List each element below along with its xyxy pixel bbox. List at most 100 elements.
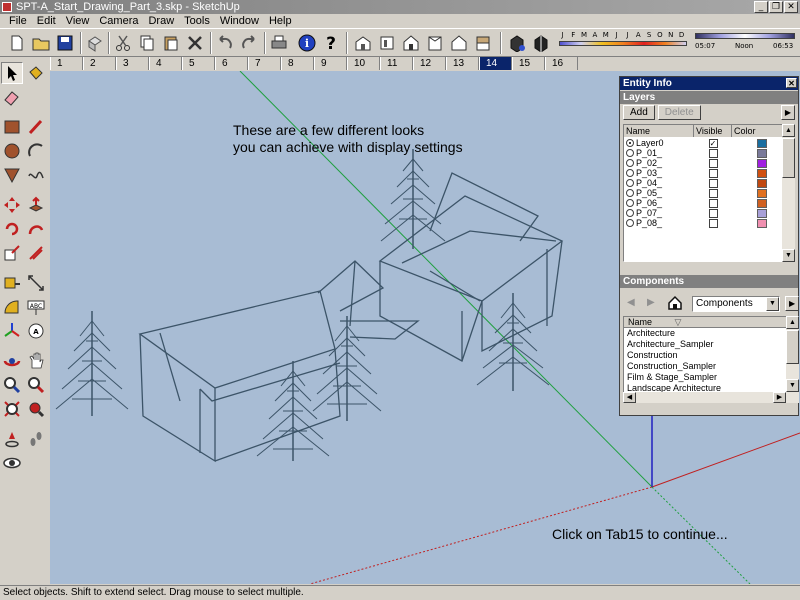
layer-row[interactable]: P_05_ <box>624 188 792 198</box>
erase-x-icon[interactable] <box>184 32 206 54</box>
current-layer-radio[interactable] <box>626 179 634 187</box>
layer-row[interactable]: P_03_ <box>624 168 792 178</box>
paste-icon[interactable] <box>160 32 182 54</box>
scene-tab-2[interactable]: 2 <box>83 57 116 70</box>
top-view-icon[interactable] <box>376 32 398 54</box>
menu-view[interactable]: View <box>61 14 95 28</box>
freehand-tool-icon[interactable] <box>25 164 47 186</box>
menu-file[interactable]: File <box>4 14 32 28</box>
layer-visible-checkbox[interactable] <box>708 198 718 208</box>
scene-tab-3[interactable]: 3 <box>116 57 149 70</box>
layer-row[interactable]: P_06_ <box>624 198 792 208</box>
model-info-icon[interactable]: i <box>296 32 318 54</box>
left-view-icon[interactable] <box>472 32 494 54</box>
layer-color-swatch[interactable] <box>757 168 767 178</box>
component-collection-item[interactable]: Construction <box>624 350 788 361</box>
layer-color-swatch[interactable] <box>757 198 767 208</box>
undo-icon[interactable] <box>214 32 236 54</box>
component-collection-item[interactable]: Construction_Sampler <box>624 361 788 372</box>
layer-visible-checkbox[interactable] <box>708 188 718 198</box>
shadows-toggle-icon[interactable] <box>506 32 528 54</box>
layer-visible-checkbox[interactable] <box>708 148 718 158</box>
paint-bucket-icon[interactable] <box>25 62 47 84</box>
zoom-extents-icon[interactable] <box>1 398 23 420</box>
new-file-icon[interactable] <box>6 32 28 54</box>
cut-icon[interactable] <box>112 32 134 54</box>
offset-tool-icon[interactable] <box>25 242 47 264</box>
scroll-up-icon[interactable]: ▲ <box>782 124 795 137</box>
current-layer-radio[interactable] <box>626 149 634 157</box>
layer-visible-checkbox[interactable]: ✓ <box>708 138 718 148</box>
component-collection-item[interactable]: Film & Stage_Sampler <box>624 372 788 383</box>
components-titlebar[interactable]: Components <box>620 275 798 288</box>
menu-draw[interactable]: Draw <box>143 14 179 28</box>
layer-row[interactable]: Layer0 ✓ <box>624 138 792 148</box>
layer-row[interactable]: P_01_ <box>624 148 792 158</box>
date-slider[interactable] <box>559 41 687 46</box>
layer-color-swatch[interactable] <box>757 148 767 158</box>
current-layer-radio[interactable] <box>626 199 634 207</box>
close-window-button[interactable]: ✕ <box>784 1 798 13</box>
look-around-eye-icon[interactable] <box>1 452 23 474</box>
back-arrow-icon[interactable]: ◀ <box>627 297 635 308</box>
delete-layer-button[interactable]: Delete <box>657 105 701 120</box>
zoom-window-icon[interactable] <box>25 374 47 396</box>
time-slider[interactable] <box>695 33 795 39</box>
scene-tab-14[interactable]: 14 <box>479 57 512 70</box>
polygon-tool-icon[interactable] <box>1 164 23 186</box>
layer-visible-checkbox[interactable] <box>708 178 718 188</box>
menu-edit[interactable]: Edit <box>32 14 61 28</box>
follow-me-icon[interactable] <box>25 218 47 240</box>
current-layer-radio[interactable] <box>626 189 634 197</box>
scene-tab-16[interactable]: 16 <box>545 57 578 70</box>
scroll-down-icon[interactable]: ▼ <box>782 249 795 262</box>
scene-tab-12[interactable]: 12 <box>413 57 446 70</box>
current-layer-radio[interactable] <box>626 159 634 167</box>
save-icon[interactable] <box>54 32 76 54</box>
layer-row[interactable]: P_08_ <box>624 218 792 228</box>
layer-color-swatch[interactable] <box>757 208 767 218</box>
chevron-down-icon[interactable]: ▼ <box>766 297 779 311</box>
position-camera-icon[interactable] <box>1 428 23 450</box>
scroll-left-icon[interactable]: ◀ <box>623 392 636 403</box>
axes-tool-icon[interactable] <box>1 320 23 342</box>
scene-tab-5[interactable]: 5 <box>182 57 215 70</box>
layer-row[interactable]: P_04_ <box>624 178 792 188</box>
components-details-arrow-icon[interactable]: ▶ <box>785 296 800 311</box>
entity-info-titlebar[interactable]: Entity Info ✕ <box>620 77 798 90</box>
forward-arrow-icon[interactable]: ▶ <box>647 297 655 308</box>
scroll-up-icon[interactable]: ▲ <box>786 316 799 329</box>
add-layer-button[interactable]: Add <box>623 105 655 120</box>
pan-hand-icon[interactable] <box>25 350 47 372</box>
print-icon[interactable] <box>268 32 290 54</box>
scene-tab-13[interactable]: 13 <box>446 57 479 70</box>
iso-view-icon[interactable] <box>352 32 374 54</box>
circle-tool-icon[interactable] <box>1 140 23 162</box>
components-vscrollbar[interactable]: ▲ ▼ <box>786 316 799 392</box>
layer-color-swatch[interactable] <box>757 178 767 188</box>
3d-text-icon[interactable]: A <box>25 320 47 342</box>
protractor-icon[interactable] <box>1 296 23 318</box>
eraser-icon[interactable] <box>1 86 23 108</box>
scene-tab-9[interactable]: 9 <box>314 57 347 70</box>
scene-tab-1[interactable]: 1 <box>50 57 83 70</box>
current-layer-radio[interactable] <box>626 139 634 147</box>
scroll-down-icon[interactable]: ▼ <box>786 379 799 392</box>
components-list-header[interactable]: Name ▽ <box>624 317 788 328</box>
layers-scrollbar[interactable]: ▲ ▼ <box>782 124 795 262</box>
minimize-button[interactable]: _ <box>754 1 768 13</box>
scene-tab-4[interactable]: 4 <box>149 57 182 70</box>
menu-tools[interactable]: Tools <box>179 14 215 28</box>
dimension-tool-icon[interactable] <box>25 272 47 294</box>
scene-tab-6[interactable]: 6 <box>215 57 248 70</box>
pencil-line-icon[interactable] <box>25 116 47 138</box>
layers-titlebar[interactable]: Layers <box>620 91 798 104</box>
layer-visible-checkbox[interactable] <box>708 208 718 218</box>
previous-view-icon[interactable] <box>25 398 47 420</box>
text-tool-icon[interactable]: ABC <box>25 296 47 318</box>
scene-tab-7[interactable]: 7 <box>248 57 281 70</box>
menu-help[interactable]: Help <box>264 14 297 28</box>
restore-button[interactable]: ❐ <box>769 1 783 13</box>
layer-color-swatch[interactable] <box>757 188 767 198</box>
select-arrow-icon[interactable] <box>1 62 23 84</box>
